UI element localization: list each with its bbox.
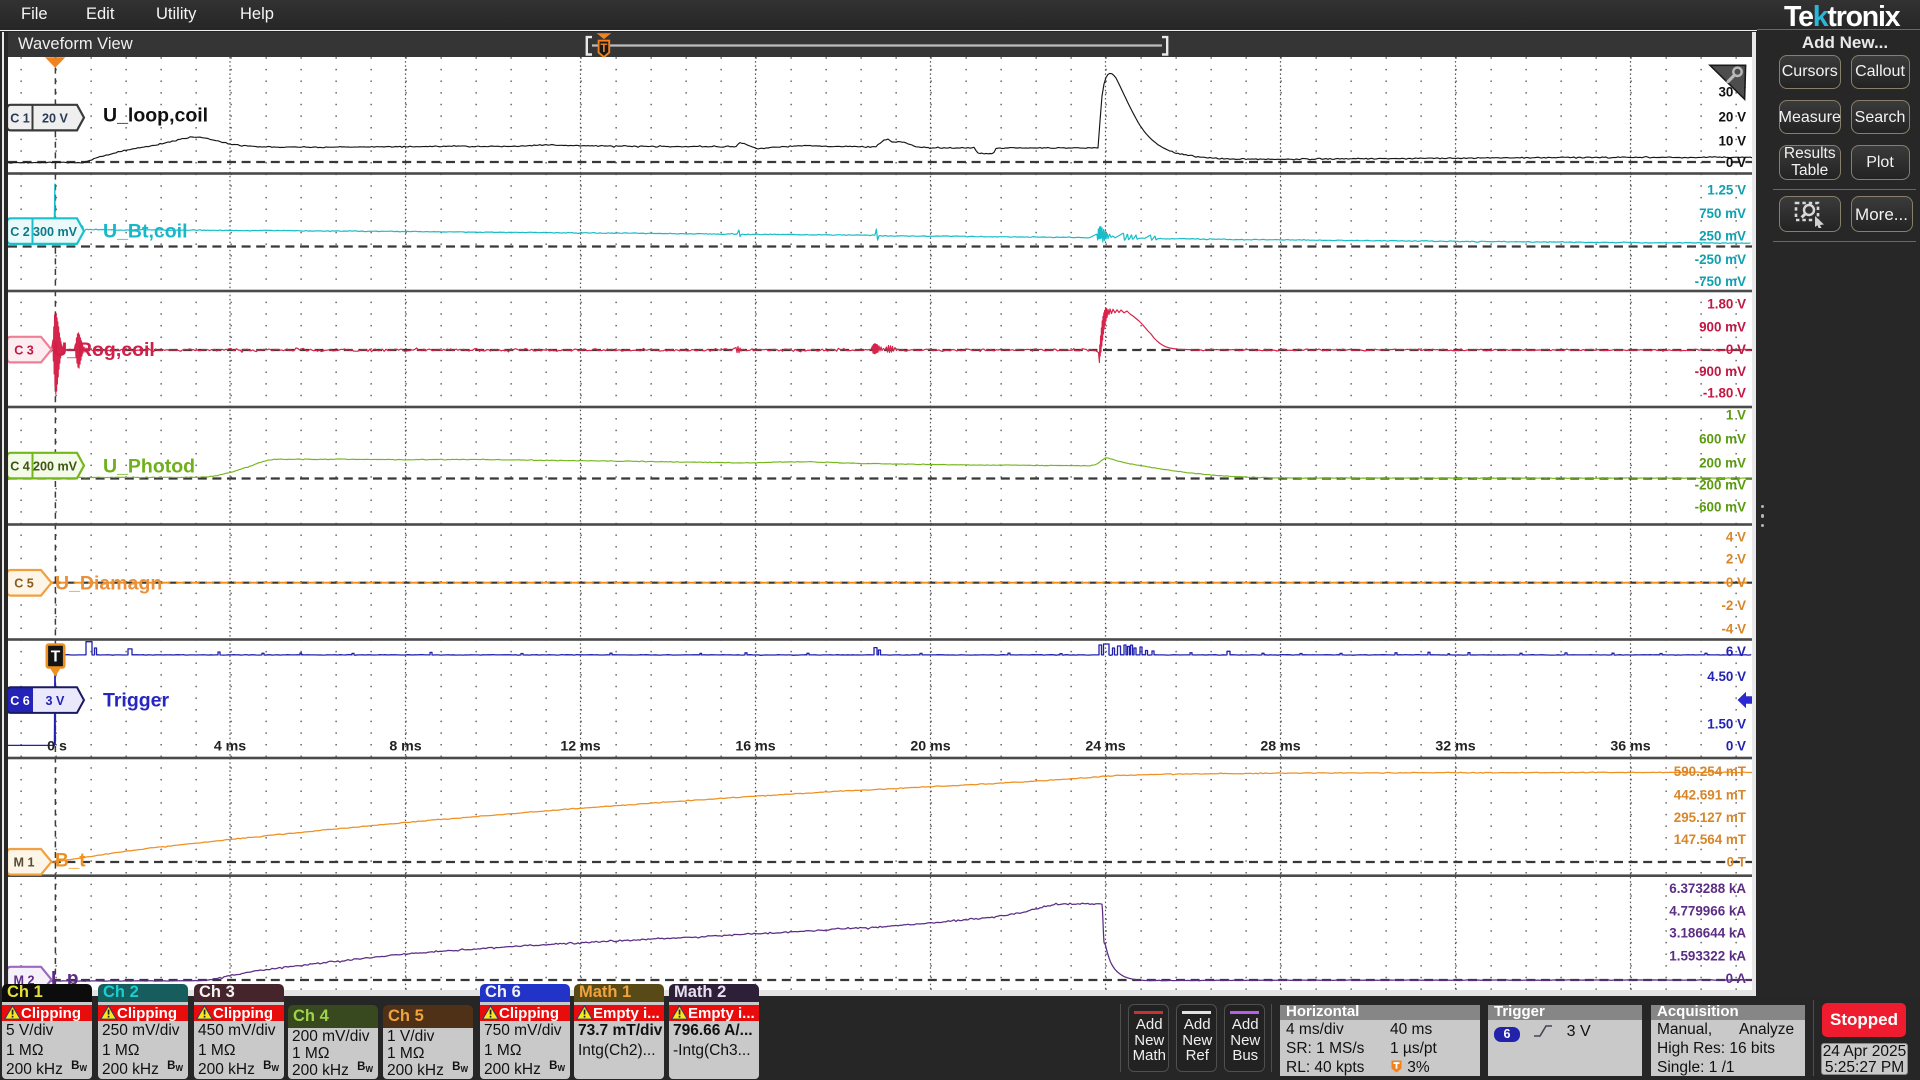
svg-text:250 mV: 250 mV [1699,229,1746,244]
svg-text:C 3: C 3 [14,343,34,357]
svg-text:295.127 mT: 295.127 mT [1674,810,1747,825]
svg-text:16 ms: 16 ms [735,739,775,755]
svg-text:U_Bt,coil: U_Bt,coil [103,221,188,243]
svg-text:24 ms: 24 ms [1085,739,1125,755]
svg-text:20 ms: 20 ms [910,739,950,755]
svg-text:B_t: B_t [55,851,86,872]
svg-text:4 V: 4 V [1726,530,1746,545]
svg-text:3.186644 kA: 3.186644 kA [1669,926,1746,941]
svg-text:200 mV: 200 mV [1699,456,1746,471]
svg-text:12 ms: 12 ms [560,739,600,755]
svg-text:32 ms: 32 ms [1435,739,1475,755]
svg-text:U_Diamagn: U_Diamagn [55,573,162,595]
svg-text:1.80 V: 1.80 V [1707,297,1746,312]
svg-text:900 mV: 900 mV [1699,320,1746,335]
svg-text:10 V: 10 V [1718,134,1746,149]
svg-text:-900 mV: -900 mV [1695,364,1746,379]
svg-text:36 ms: 36 ms [1610,739,1650,755]
svg-text:-750 mV: -750 mV [1695,274,1746,289]
svg-text:147.564 mT: 147.564 mT [1674,832,1747,847]
svg-text:T: T [51,649,61,666]
svg-text:C 5: C 5 [14,577,34,591]
svg-text:C 2: C 2 [10,225,30,239]
svg-text:-250 mV: -250 mV [1695,252,1746,267]
svg-text:0 V: 0 V [1726,342,1746,357]
svg-text:590.254 mT: 590.254 mT [1674,764,1747,779]
svg-text:6 V: 6 V [1726,644,1746,659]
svg-text:4.50 V: 4.50 V [1707,669,1746,684]
svg-text:M 1: M 1 [14,856,35,870]
svg-text:0 A: 0 A [1726,971,1747,986]
svg-text:300 mV: 300 mV [33,225,78,239]
svg-text:C 4: C 4 [10,459,30,473]
svg-text:600 mV: 600 mV [1699,432,1746,447]
svg-text:200 mV: 200 mV [33,459,78,473]
svg-text:-1.80 V: -1.80 V [1703,386,1746,401]
svg-text:4 ms: 4 ms [214,739,246,755]
svg-text:U_Photod: U_Photod [103,456,195,478]
svg-text:1.25 V: 1.25 V [1707,183,1746,198]
svg-text:0 s: 0 s [47,739,67,755]
svg-text:-4 V: -4 V [1721,622,1746,637]
svg-text:4.779966 kA: 4.779966 kA [1669,904,1746,919]
svg-text:3 V: 3 V [46,694,66,708]
svg-text:1 V: 1 V [1726,408,1746,423]
svg-text:6.373288 kA: 6.373288 kA [1669,881,1746,896]
svg-text:0 V: 0 V [1726,155,1746,170]
svg-text:-2 V: -2 V [1721,598,1746,613]
svg-text:-200 mV: -200 mV [1695,478,1746,493]
svg-text:20 V: 20 V [42,111,69,125]
svg-text:U_Rog,coil: U_Rog,coil [53,339,155,361]
svg-text:1.593322 kA: 1.593322 kA [1669,949,1746,964]
svg-text:1.50 V: 1.50 V [1707,717,1746,732]
svg-text:C 6: C 6 [10,694,30,708]
svg-text:C 1: C 1 [10,111,30,125]
svg-text:T: T [600,43,607,55]
svg-text:0 V: 0 V [1726,575,1746,590]
svg-text:750 mV: 750 mV [1699,206,1746,221]
svg-text:0 T: 0 T [1727,855,1747,870]
svg-text:0 V: 0 V [1726,739,1746,754]
svg-text:20 V: 20 V [1718,110,1746,125]
svg-text:-600 mV: -600 mV [1695,500,1746,515]
svg-text:28 ms: 28 ms [1260,739,1300,755]
svg-text:Trigger: Trigger [103,690,170,712]
svg-text:442.691 mT: 442.691 mT [1674,788,1747,803]
svg-text:U_loop,coil: U_loop,coil [103,105,208,127]
svg-text:8 ms: 8 ms [389,739,421,755]
svg-text:2 V: 2 V [1726,552,1746,567]
